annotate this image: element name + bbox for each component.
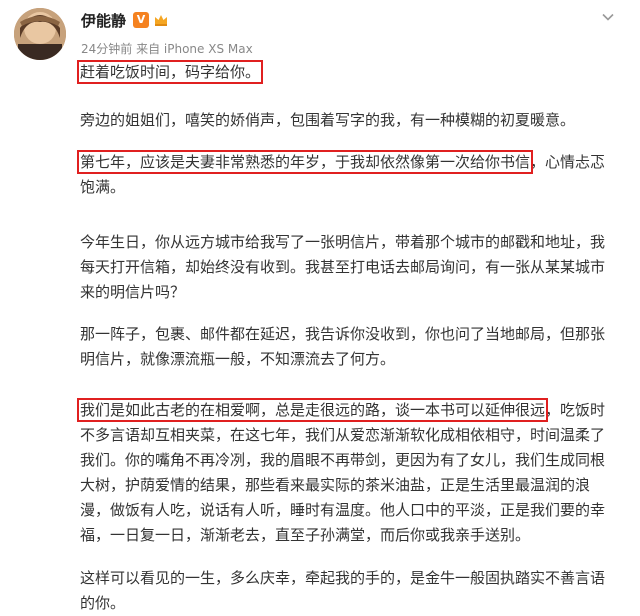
- text-segment: 我们。你的嘴角不再冷冽，我的眉眼不再带剑，更因为有了女儿，我们生成同根: [80, 451, 606, 469]
- text-segment: 的你。: [80, 594, 126, 612]
- text-segment: 每天打开信箱，却始终没有收到。我甚至打电话去邮局询问，有一张从某某城市: [80, 258, 606, 276]
- text-segment: 饱满。: [80, 178, 126, 196]
- text-segment: 旁边的姐姐们，嘻笑的娇俏声，包围着写字的我，有一种模糊的初夏暖意。: [80, 111, 576, 129]
- text-line: 第七年，应该是夫妻非常熟悉的年岁，于我却依然像第一次给你书信，心情忐忑: [76, 150, 620, 175]
- text-segment: 不多言语却互相夹菜，在这七年，我们从爱恋渐渐软化成相依相守，时间温柔了: [80, 426, 606, 444]
- text-line: 这样可以看见的一生，多么庆幸，牵起我的手的，是金牛一般固执踏实不善言语: [80, 566, 620, 591]
- text-line: 那一阵子，包裹、邮件都在延迟，我告诉你没收到，你也问了当地邮局，但那张: [80, 322, 620, 347]
- post-paragraph: 那一阵子，包裹、邮件都在延迟，我告诉你没收到，你也问了当地邮局，但那张 明信片，就…: [80, 322, 620, 372]
- text-line: 今年生日，你从远方城市给我写了一张明信片，带着那个城市的邮戳和地址，我: [80, 230, 620, 255]
- text-segment: 那一阵子，包裹、邮件都在延迟，我告诉你没收到，你也问了当地邮局，但那张: [80, 325, 606, 343]
- highlighted-text: 第七年，应该是夫妻非常熟悉的年岁，于我却依然像第一次给你书信: [76, 150, 534, 174]
- post-meta: 24分钟前 来自 iPhone XS Max: [81, 42, 253, 56]
- text-segment: ，心情忐忑: [530, 153, 606, 171]
- post-paragraph: 赶着吃饭时间，码字给你。: [76, 60, 620, 85]
- text-line: 每天打开信箱，却始终没有收到。我甚至打电话去邮局询问，有一张从某某城市: [80, 255, 620, 280]
- text-line: 不多言语却互相夹菜，在这七年，我们从爱恋渐渐软化成相依相守，时间温柔了: [80, 423, 620, 448]
- text-segment: 这样可以看见的一生，多么庆幸，牵起我的手的，是金牛一般固执踏实不善言语: [80, 569, 606, 587]
- text-line: 来的明信片吗？: [80, 280, 620, 305]
- vip-badge[interactable]: V: [133, 12, 149, 28]
- username[interactable]: 伊能静: [81, 11, 126, 31]
- text-segment: 漫，做饭有人吃，说话有人听，睡时有温度。他人口中的平淡，正是我们要的幸: [80, 501, 606, 519]
- text-line: 福，一日复一日，渐渐老去，直至子孙满堂，而后你或我亲手送别。: [80, 523, 620, 548]
- text-line: 饱满。: [80, 175, 620, 200]
- text-line: 我们是如此古老的在相爱啊，总是走很远的路，谈一本书可以延伸很远，吃饭时: [76, 398, 620, 423]
- text-segment: 明信片，就像漂流瓶一般，不知漂流去了何方。: [80, 350, 396, 368]
- text-line: 旁边的姐姐们，嘻笑的娇俏声，包围着写字的我，有一种模糊的初夏暖意。: [80, 108, 620, 133]
- crown-icon[interactable]: [153, 12, 169, 28]
- text-line: 我们。你的嘴角不再冷冽，我的眉眼不再带剑，更因为有了女儿，我们生成同根: [80, 448, 620, 473]
- text-segment: 福，一日复一日，渐渐老去，直至子孙满堂，而后你或我亲手送别。: [80, 526, 531, 544]
- text-line: 赶着吃饭时间，码字给你。: [76, 60, 620, 85]
- weibo-post: 伊能静 V 24分钟前 来自 iPhone XS Max 赶着吃饭时间，码字给你…: [0, 0, 640, 616]
- text-line: 漫，做饭有人吃，说话有人听，睡时有温度。他人口中的平淡，正是我们要的幸: [80, 498, 620, 523]
- text-line: 的你。: [80, 591, 620, 616]
- text-segment: ，吃饭时: [545, 401, 606, 419]
- text-segment: 今年生日，你从远方城市给我写了一张明信片，带着那个城市的邮戳和地址，我: [80, 233, 606, 251]
- chevron-down-icon[interactable]: [599, 8, 617, 26]
- text-line: 大树，护荫爱情的结果，那些看来最实际的茶米油盐，正是生活里最温润的浪: [80, 473, 620, 498]
- avatar[interactable]: [14, 8, 66, 60]
- text-segment: 大树，护荫爱情的结果，那些看来最实际的茶米油盐，正是生活里最温润的浪: [80, 476, 591, 494]
- post-paragraph: 这样可以看见的一生，多么庆幸，牵起我的手的，是金牛一般固执踏实不善言语 的你。: [80, 566, 620, 616]
- post-paragraph: 第七年，应该是夫妻非常熟悉的年岁，于我却依然像第一次给你书信，心情忐忑饱满。: [76, 150, 620, 200]
- post-paragraph: 今年生日，你从远方城市给我写了一张明信片，带着那个城市的邮戳和地址，我 每天打开信…: [80, 230, 620, 305]
- text-line: 明信片，就像漂流瓶一般，不知漂流去了何方。: [80, 347, 620, 372]
- highlighted-text: 赶着吃饭时间，码字给你。: [76, 60, 264, 84]
- highlighted-text: 我们是如此古老的在相爱啊，总是走很远的路，谈一本书可以延伸很远: [76, 398, 549, 422]
- post-paragraph: 旁边的姐姐们，嘻笑的娇俏声，包围着写字的我，有一种模糊的初夏暖意。: [80, 108, 620, 133]
- text-segment: 来的明信片吗？: [80, 283, 186, 301]
- post-paragraph: 我们是如此古老的在相爱啊，总是走很远的路，谈一本书可以延伸很远，吃饭时不多言语却…: [76, 398, 620, 548]
